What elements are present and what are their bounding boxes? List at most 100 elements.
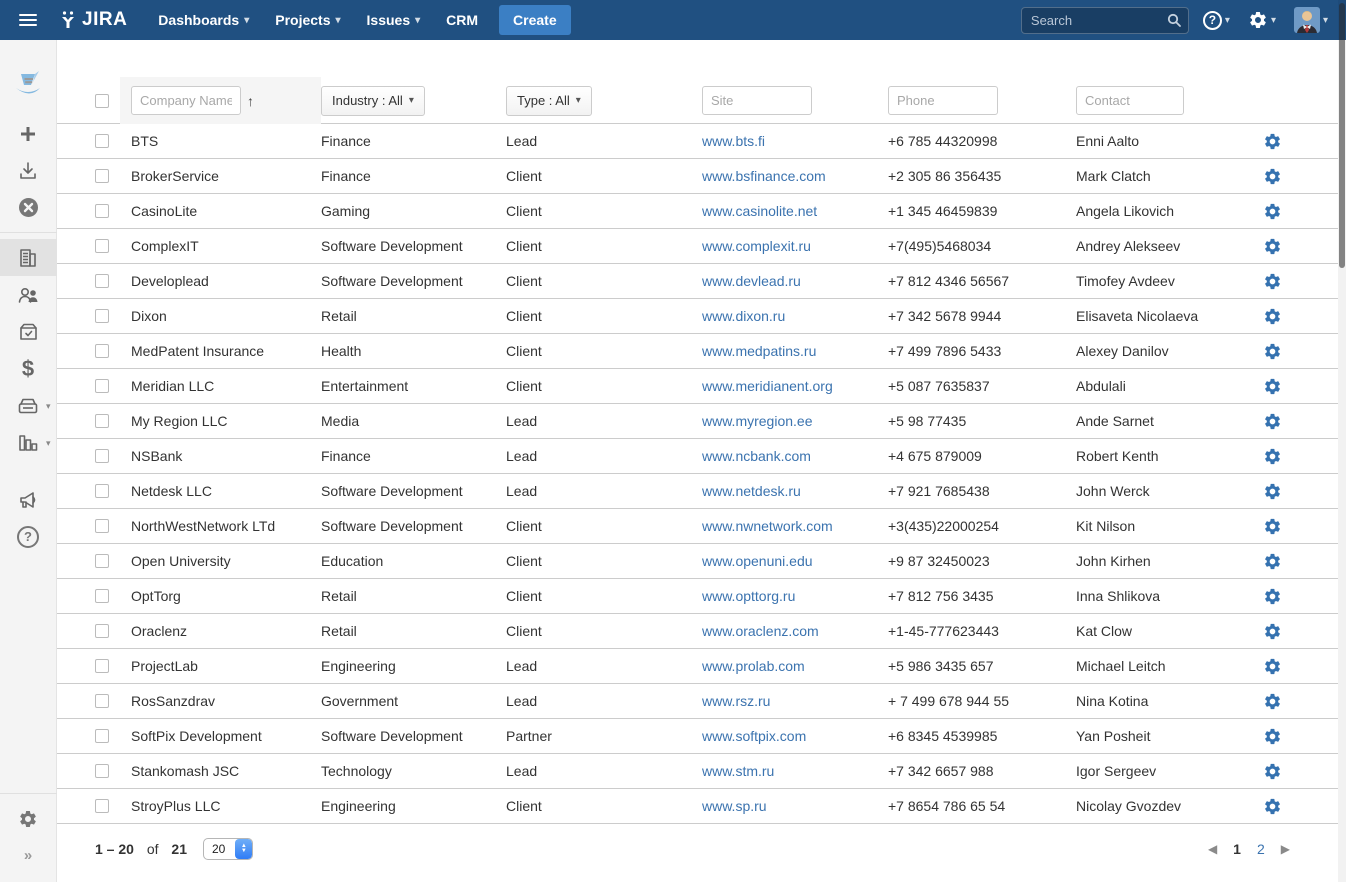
site-link[interactable]: www.stm.ru: [702, 763, 774, 779]
nav-dashboards[interactable]: Dashboards▾: [145, 0, 262, 40]
row-actions-gear-icon[interactable]: [1263, 167, 1282, 186]
scrollbar-thumb[interactable]: [1339, 3, 1345, 268]
sort-ascending-icon[interactable]: ↑: [247, 93, 254, 109]
row-actions-gear-icon[interactable]: [1263, 412, 1282, 431]
announcement-icon[interactable]: [0, 481, 57, 518]
row-checkbox[interactable]: [95, 414, 109, 428]
admin-settings-menu[interactable]: ▾: [1244, 10, 1280, 30]
contact-filter-input[interactable]: [1076, 86, 1184, 115]
site-link[interactable]: www.bsfinance.com: [702, 168, 826, 184]
scrollbar-track[interactable]: [1338, 0, 1346, 882]
site-link[interactable]: www.sp.ru: [702, 798, 767, 814]
sidebar-item-contacts[interactable]: [0, 276, 57, 313]
sidebar-item-transactions[interactable]: $: [0, 350, 57, 387]
row-checkbox[interactable]: [95, 204, 109, 218]
nav-crm[interactable]: CRM: [433, 0, 491, 40]
row-checkbox[interactable]: [95, 239, 109, 253]
row-checkbox[interactable]: [95, 589, 109, 603]
settings-icon[interactable]: [0, 800, 57, 837]
add-icon[interactable]: [0, 115, 57, 152]
row-checkbox[interactable]: [95, 449, 109, 463]
row-checkbox[interactable]: [95, 309, 109, 323]
row-actions-gear-icon[interactable]: [1263, 377, 1282, 396]
site-link[interactable]: www.prolab.com: [702, 658, 805, 674]
site-link[interactable]: www.myregion.ee: [702, 413, 813, 429]
site-link[interactable]: www.casinolite.net: [702, 203, 817, 219]
site-link[interactable]: www.rsz.ru: [702, 693, 770, 709]
site-filter-input[interactable]: [702, 86, 812, 115]
row-actions-gear-icon[interactable]: [1263, 552, 1282, 571]
create-button[interactable]: Create: [499, 5, 571, 35]
site-link[interactable]: www.opttorg.ru: [702, 588, 795, 604]
industry-filter-dropdown[interactable]: Industry : All ▾: [321, 86, 425, 116]
row-actions-gear-icon[interactable]: [1263, 517, 1282, 536]
row-checkbox[interactable]: [95, 484, 109, 498]
previous-page-icon[interactable]: ◀: [1208, 842, 1217, 856]
row-actions-gear-icon[interactable]: [1263, 762, 1282, 781]
phone-filter-input[interactable]: [888, 86, 998, 115]
row-actions-gear-icon[interactable]: [1263, 587, 1282, 606]
row-checkbox[interactable]: [95, 799, 109, 813]
row-actions-gear-icon[interactable]: [1263, 307, 1282, 326]
site-link[interactable]: www.complexit.ru: [702, 238, 811, 254]
row-checkbox[interactable]: [95, 274, 109, 288]
row-checkbox[interactable]: [95, 554, 109, 568]
row-actions-gear-icon[interactable]: [1263, 132, 1282, 151]
site-link[interactable]: www.dixon.ru: [702, 308, 785, 324]
site-link[interactable]: www.netdesk.ru: [702, 483, 801, 499]
site-link[interactable]: www.meridianent.org: [702, 378, 833, 394]
row-checkbox[interactable]: [95, 624, 109, 638]
hamburger-menu-icon[interactable]: [0, 0, 56, 40]
site-link[interactable]: www.devlead.ru: [702, 273, 801, 289]
cancel-circle-icon[interactable]: [0, 189, 57, 226]
row-actions-gear-icon[interactable]: [1263, 447, 1282, 466]
row-actions-gear-icon[interactable]: [1263, 342, 1282, 361]
collapse-sidebar-icon[interactable]: »: [0, 837, 57, 874]
nav-issues[interactable]: Issues▾: [354, 0, 434, 40]
sidebar-item-products[interactable]: [0, 313, 57, 350]
row-actions-gear-icon[interactable]: [1263, 272, 1282, 291]
row-actions-gear-icon[interactable]: [1263, 797, 1282, 816]
select-all-checkbox[interactable]: [95, 94, 109, 108]
site-link[interactable]: www.bts.fi: [702, 133, 765, 149]
sidebar-item-companies[interactable]: [0, 239, 57, 276]
row-actions-gear-icon[interactable]: [1263, 237, 1282, 256]
site-link[interactable]: www.ncbank.com: [702, 448, 811, 464]
search-input[interactable]: [1021, 7, 1189, 34]
site-link[interactable]: www.oraclenz.com: [702, 623, 819, 639]
row-checkbox[interactable]: [95, 169, 109, 183]
user-profile-menu[interactable]: ▾: [1290, 7, 1332, 33]
row-actions-gear-icon[interactable]: [1263, 482, 1282, 501]
sidebar-item-reports[interactable]: ▾: [0, 424, 57, 461]
row-actions-gear-icon[interactable]: [1263, 692, 1282, 711]
row-checkbox[interactable]: [95, 764, 109, 778]
page-number-current[interactable]: 1: [1233, 841, 1241, 857]
site-link[interactable]: www.medpatins.ru: [702, 343, 816, 359]
sidebar-item-print[interactable]: ▾: [0, 387, 57, 424]
company-name-filter-input[interactable]: [131, 86, 241, 115]
site-link[interactable]: www.nwnetwork.com: [702, 518, 833, 534]
site-link[interactable]: www.softpix.com: [702, 728, 806, 744]
import-icon[interactable]: [0, 152, 57, 189]
help-icon[interactable]: ?: [0, 518, 57, 555]
row-checkbox[interactable]: [95, 659, 109, 673]
row-actions-gear-icon[interactable]: [1263, 622, 1282, 641]
row-checkbox[interactable]: [95, 519, 109, 533]
help-menu[interactable]: ? ▾: [1199, 11, 1234, 30]
crm-plugin-logo-icon[interactable]: [0, 66, 57, 103]
row-checkbox[interactable]: [95, 134, 109, 148]
row-checkbox[interactable]: [95, 379, 109, 393]
page-number-link[interactable]: 2: [1257, 841, 1265, 857]
type-filter-dropdown[interactable]: Type : All ▾: [506, 86, 592, 116]
site-link[interactable]: www.openuni.edu: [702, 553, 813, 569]
row-actions-gear-icon[interactable]: [1263, 202, 1282, 221]
jira-logo[interactable]: JIRA: [56, 8, 127, 32]
row-actions-gear-icon[interactable]: [1263, 657, 1282, 676]
page-size-select[interactable]: 20 ▲▼: [203, 838, 253, 860]
nav-projects[interactable]: Projects▾: [262, 0, 353, 40]
row-checkbox[interactable]: [95, 694, 109, 708]
row-actions-gear-icon[interactable]: [1263, 727, 1282, 746]
next-page-icon[interactable]: ▶: [1281, 842, 1290, 856]
row-checkbox[interactable]: [95, 344, 109, 358]
row-checkbox[interactable]: [95, 729, 109, 743]
